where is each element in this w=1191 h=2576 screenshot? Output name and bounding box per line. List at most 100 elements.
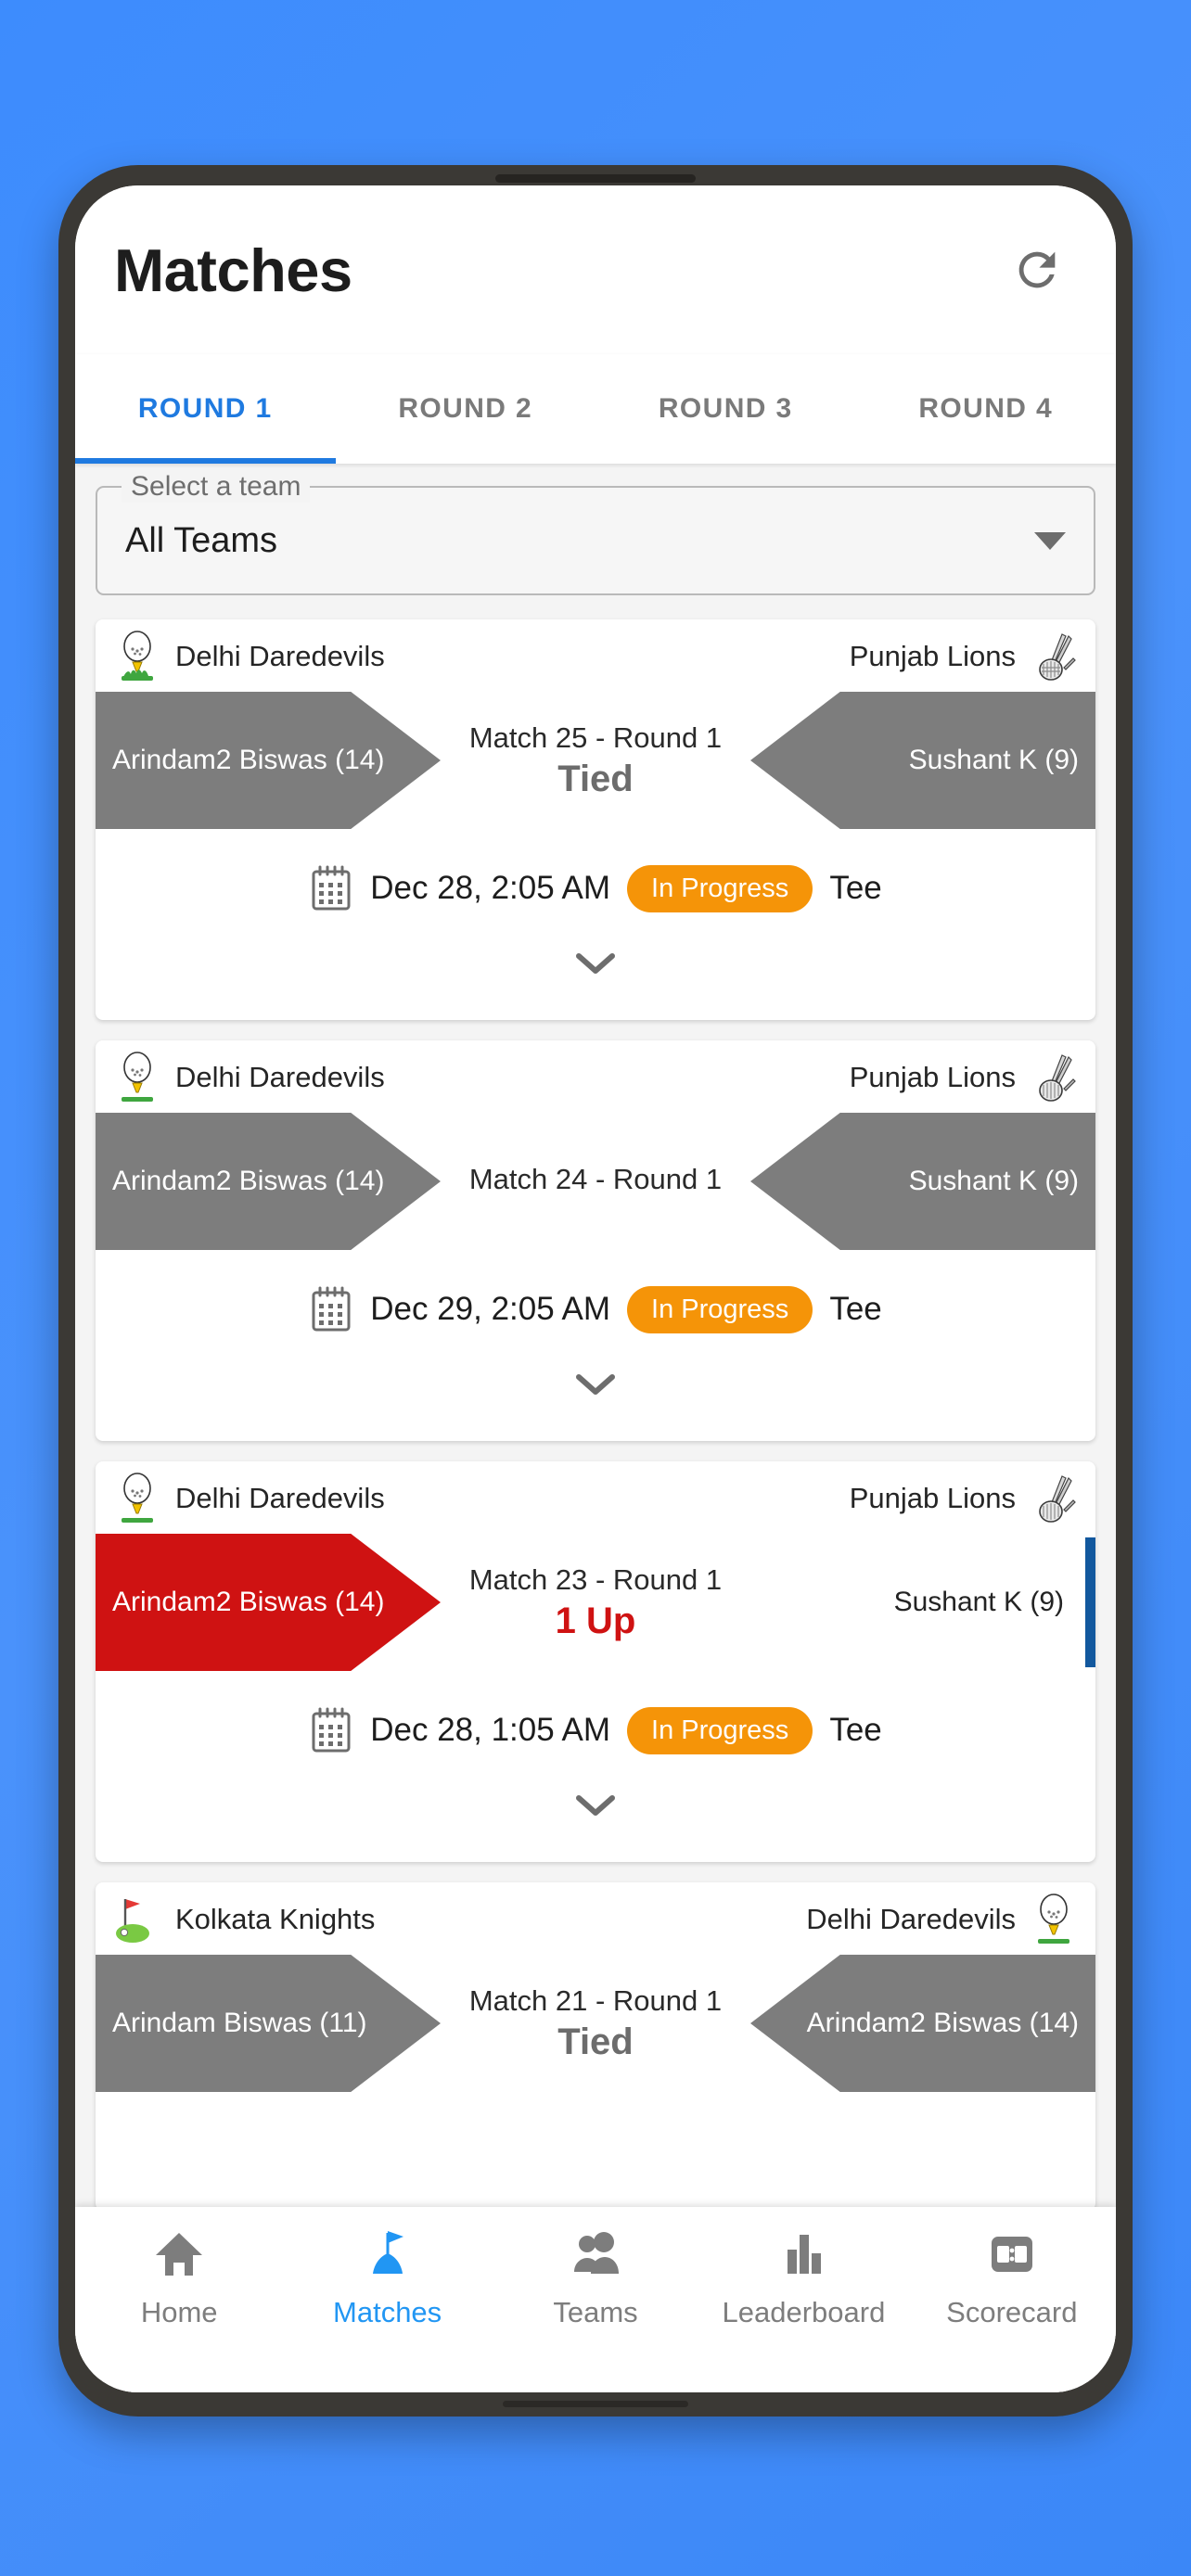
left-player-label: Arindam Biswas (11) — [112, 2007, 367, 2038]
left-team-label: Delhi Daredevils — [175, 1482, 385, 1514]
golf-clubs-icon — [1039, 633, 1076, 681]
nav-label: Home — [140, 2296, 218, 2328]
right-player-chip: Arindam2 Biswas (14) — [750, 1955, 1095, 2092]
golf-flag-icon — [372, 2231, 403, 2274]
left-team-label: Kolkata Knights — [175, 1903, 376, 1935]
tab-round-3[interactable]: ROUND 3 — [596, 354, 856, 464]
right-team-label: Punjab Lions — [849, 1061, 1016, 1093]
match-band: Arindam2 Biswas (14) Sushant K (9) Match… — [96, 1113, 1095, 1250]
right-team-label: Punjab Lions — [849, 1482, 1016, 1514]
left-player-chip: Arindam2 Biswas (14) — [96, 692, 441, 829]
match-card[interactable]: Delhi Daredevils Punjab Lions Arindam2 B… — [96, 1040, 1095, 1441]
expand-button[interactable] — [96, 1369, 1095, 1441]
home-icon — [156, 2233, 203, 2276]
tab-round-2[interactable]: ROUND 2 — [336, 354, 596, 464]
right-player-label: Sushant K (9) — [908, 744, 1079, 775]
golf-flag-green-icon — [116, 1899, 149, 1943]
left-player-label: Arindam2 Biswas (14) — [112, 1165, 385, 1196]
match-band: Arindam2 Biswas (14) Sushant K (9) Match… — [96, 1534, 1095, 1671]
golf-clubs-icon — [1039, 1054, 1076, 1102]
chevron-down-icon — [576, 1795, 615, 1816]
match-card[interactable]: Kolkata Knights Delhi Daredevils Arindam… — [96, 1882, 1095, 2211]
left-player-label: Arindam2 Biswas (14) — [112, 744, 385, 775]
left-player-chip: Arindam2 Biswas (14) — [96, 1113, 441, 1250]
match-result: Tied — [557, 2021, 634, 2062]
tab-label: ROUND 2 — [398, 393, 533, 424]
right-team-label: Punjab Lions — [849, 640, 1016, 672]
match-hole: Tee — [829, 870, 882, 906]
tab-label: ROUND 4 — [918, 393, 1054, 424]
golf-clubs-icon — [1039, 1475, 1076, 1523]
match-date: Dec 28, 2:05 AM — [370, 870, 611, 906]
app-bar: Matches — [75, 185, 1116, 354]
match-title: Match 25 - Round 1 — [468, 721, 723, 754]
left-team-label: Delhi Daredevils — [175, 640, 385, 672]
refresh-button[interactable] — [1006, 239, 1068, 300]
right-player-label: Sushant K (9) — [893, 1586, 1064, 1617]
left-team: Kolkata Knights — [112, 1894, 375, 1945]
bar-chart-icon — [788, 2235, 822, 2274]
calendar-icon — [312, 1707, 351, 1753]
nav-label: Leaderboard — [722, 2296, 886, 2328]
golf-ball-tee-icon — [1038, 1894, 1069, 1944]
match-card-teams: Delhi Daredevils Punjab Lions — [96, 1040, 1095, 1113]
golf-ball-tee-icon — [122, 1052, 153, 1102]
tab-round-4[interactable]: ROUND 4 — [856, 354, 1117, 464]
calendar-icon — [312, 1286, 351, 1332]
right-player-label: Arindam2 Biswas (14) — [806, 2007, 1079, 2038]
left-team: Delhi Daredevils — [112, 1473, 385, 1524]
left-player-chip: Arindam Biswas (11) — [96, 1955, 441, 2092]
match-hole: Tee — [829, 1291, 882, 1327]
nav-label: Matches — [333, 2296, 442, 2328]
calendar-icon — [312, 865, 351, 911]
left-player-chip: Arindam2 Biswas (14) — [96, 1534, 441, 1671]
people-icon — [574, 2232, 620, 2274]
right-player-chip: Sushant K (9) — [750, 1113, 1095, 1250]
nav-item-scorecard[interactable]: Scorecard — [908, 2227, 1116, 2392]
match-card[interactable]: Delhi Daredevils Punjab Lions Arindam2 B… — [96, 619, 1095, 1020]
match-date: Dec 28, 1:05 AM — [370, 1712, 611, 1748]
nav-label: Scorecard — [946, 2296, 1078, 2328]
right-team: Punjab Lions — [850, 1052, 1079, 1103]
match-card-teams: Delhi Daredevils Punjab Lions — [96, 1461, 1095, 1534]
match-status-row: Dec 28, 2:05 AM In Progress Tee — [96, 829, 1095, 948]
right-team-label: Delhi Daredevils — [806, 1903, 1016, 1935]
expand-button[interactable] — [96, 948, 1095, 1020]
tab-label: ROUND 3 — [658, 393, 793, 424]
status-badge: In Progress — [627, 1706, 813, 1754]
phone-screen: Matches ROUND 1 ROUND 2 ROUND 3 ROUND 4 … — [75, 185, 1116, 2392]
golf-ball-tee-icon — [122, 1473, 153, 1523]
match-card-teams: Delhi Daredevils Punjab Lions — [96, 619, 1095, 692]
nav-item-leaderboard[interactable]: Leaderboard — [699, 2227, 907, 2392]
match-card[interactable]: Delhi Daredevils Punjab Lions Arindam2 B… — [96, 1461, 1095, 1862]
team-filter-select[interactable]: Select a team All Teams — [96, 471, 1095, 595]
status-badge: In Progress — [627, 864, 813, 912]
match-status-row — [96, 2092, 1095, 2211]
nav-item-teams[interactable]: Teams — [492, 2227, 699, 2392]
expand-button[interactable] — [96, 1790, 1095, 1862]
chevron-down-icon — [1034, 531, 1066, 550]
right-player-chip: Sushant K (9) — [750, 692, 1095, 829]
match-title: Match 23 - Round 1 — [468, 1562, 723, 1596]
right-player-label: Sushant K (9) — [908, 1165, 1079, 1196]
nav-item-matches[interactable]: Matches — [283, 2227, 491, 2392]
nav-item-home[interactable]: Home — [75, 2227, 283, 2392]
match-status-row: Dec 29, 2:05 AM In Progress Tee — [96, 1250, 1095, 1369]
match-list-scroll[interactable]: Select a team All Teams Delhi Daredevils… — [75, 464, 1116, 2392]
team-filter-label: Select a team — [122, 471, 311, 503]
scoreboard-icon — [991, 2237, 1032, 2272]
bottom-navigation[interactable]: Home Matches Teams Leaderboard Scorecard — [75, 2207, 1116, 2392]
match-date: Dec 29, 2:05 AM — [370, 1291, 611, 1327]
tab-label: ROUND 1 — [137, 393, 273, 424]
match-status-row: Dec 28, 1:05 AM In Progress Tee — [96, 1671, 1095, 1790]
left-team-label: Delhi Daredevils — [175, 1061, 385, 1093]
tab-round-1[interactable]: ROUND 1 — [75, 354, 336, 464]
refresh-icon — [1018, 251, 1056, 288]
round-tabs[interactable]: ROUND 1 ROUND 2 ROUND 3 ROUND 4 — [75, 354, 1116, 464]
match-band: Arindam2 Biswas (14) Sushant K (9) Match… — [96, 692, 1095, 829]
left-team: Delhi Daredevils — [112, 631, 385, 682]
golf-ball-tee-icon — [122, 631, 153, 681]
team-filter-wrap: Select a team All Teams — [75, 464, 1116, 599]
team-filter-value: All Teams — [125, 520, 278, 560]
page-title: Matches — [114, 236, 352, 304]
